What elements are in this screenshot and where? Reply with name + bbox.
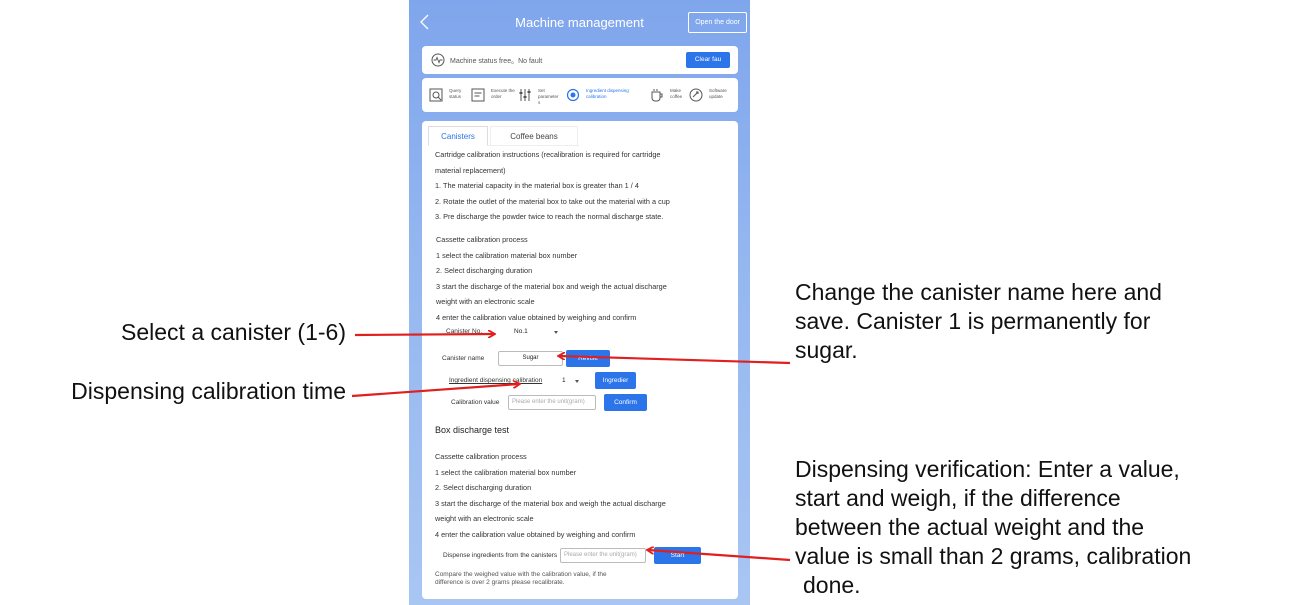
tab-coffee-beans[interactable]: Coffee beans [490,126,578,146]
dispense-time-row: Ingredient dispensing calibration 1 Ingr… [422,372,738,390]
function-bar: Query status Execute the order Set param… [422,78,738,112]
calibration-process: Cassette calibration process 1 select th… [436,232,667,326]
note-line: difference is over 2 grams please recali… [435,579,565,586]
annotation-line: sugar. [795,337,858,363]
calibration-instructions: Cartridge calibration instructions (reca… [435,147,670,225]
dispense-time-select[interactable]: 1 [562,374,584,388]
annotation-line: between the actual weight and the [795,514,1145,540]
tab-canisters[interactable]: Canisters [428,126,488,146]
clear-fault-button[interactable]: Clear fau [686,52,730,68]
function-label: Software update [709,88,727,99]
note-line: Compare the weighed value with the calib… [435,571,607,578]
canister-number-row: Canister No. No.1 [422,323,738,341]
annotation-line: Dispensing verification: Enter a value, [795,456,1180,482]
canister-number-select[interactable]: No.1 [514,325,564,339]
dispense-test-row: Dispense ingredients from the canisters … [422,547,738,565]
query-status-icon [429,88,443,102]
top-bar: Machine management Open the door [409,0,750,44]
canister-number-value: No.1 [514,328,528,335]
calibration-panel: Canisters Coffee beans Cartridge calibra… [422,121,738,599]
function-software-update[interactable]: Software update [688,84,734,106]
function-make-coffee[interactable]: Make coffee [649,84,689,106]
confirm-button[interactable]: Confirm [604,394,647,411]
start-button[interactable]: Start [654,547,701,564]
calibration-icon [566,88,580,102]
dispense-test-input[interactable]: Please enter the unit(gram) [560,548,646,563]
process-line: 2. Select discharging duration [435,483,532,493]
process-line: 4 enter the calibration value obtained b… [435,529,636,539]
process-line: 3 start the discharge of the material bo… [436,281,667,291]
canister-number-label: Canister No. [446,328,483,335]
annotation-line: value is small than 2 grams, calibration [795,543,1192,569]
app-screen: Machine management Open the door Machine… [409,0,750,605]
process-line: 1 select the calibration material box nu… [435,467,577,477]
revise-button[interactable]: Revise [566,350,610,367]
instruction-line: 2. Rotate the outlet of the material box… [435,196,670,206]
process-line: 1 select the calibration material box nu… [436,250,578,260]
process-line: weight with an electronic scale [435,514,534,524]
annotation-verification: Dispensing verification: Enter a value, … [795,455,1285,600]
dispense-time-value: 1 [562,377,566,384]
annotation-line: start and weigh, if the difference [795,485,1121,511]
parameter-icon [519,89,531,101]
instruction-line: 1. The material capacity in the material… [435,181,639,191]
process-line: Cassette calibration process [436,235,528,244]
ingredient-dispense-button[interactable]: Ingredier [595,372,636,389]
function-query-status[interactable]: Query status [428,84,472,106]
annotation-dispense-time: Dispensing calibration time [71,378,346,404]
chevron-down-icon [554,331,558,334]
box-discharge-test-title: Box discharge test [435,425,510,435]
annotation-select-canister: Select a canister (1-6) [121,319,346,345]
order-icon [471,88,485,102]
dispense-test-label: Dispense ingredients from the canisters [443,552,558,559]
function-ingredient-calibration[interactable]: Ingredient dispensing calibration [565,84,645,106]
instruction-line: 3. Pre discharge the powder twice to rea… [435,212,664,222]
annotation-line: done. [803,572,861,598]
function-label: Ingredient dispensing calibration [586,88,629,99]
function-label: Set parameter s [538,88,559,105]
canister-name-label: Canister name [442,355,485,362]
machine-status-text: Machine status free。No fault [450,58,543,65]
pulse-icon [431,53,445,67]
chevron-down-icon [575,380,579,383]
annotation-canister-name: Change the canister name here and save. … [795,278,1265,365]
instruction-line: material replacement) [435,165,506,175]
instruction-line: Cartridge calibration instructions (reca… [435,150,661,159]
function-execute-order[interactable]: Execute the order [470,84,520,106]
function-set-parameters[interactable]: Set parameter s [517,84,565,106]
process-line: 2. Select discharging duration [436,266,533,276]
coffee-icon [651,89,663,102]
annotation-line: save. Canister 1 is permanently for [795,308,1151,334]
recalibration-note: Compare the weighed value with the calib… [435,571,607,587]
function-label: Execute the order [491,88,515,99]
open-door-button[interactable]: Open the door [688,12,747,33]
calibration-value-input[interactable]: Please enter the unit(gram) [508,395,596,410]
dispense-time-label: Ingredient dispensing calibration [449,377,543,384]
function-label: Make coffee [670,88,683,99]
process-line: Cassette calibration process [435,452,527,461]
update-icon [689,88,703,102]
canister-name-row: Canister name Sugar Revise [422,350,738,368]
process-line: weight with an electronic scale [436,297,535,307]
machine-status-card: Machine status free。No fault Clear fau [422,46,738,74]
process-line: 3 start the discharge of the material bo… [435,498,666,508]
canister-name-input[interactable]: Sugar [498,351,563,366]
function-label: Query status [449,88,462,99]
test-process: Cassette calibration process 1 select th… [435,449,666,543]
calibration-value-row: Calibration value Please enter the unit(… [422,394,738,412]
tab-bar: Canisters Coffee beans [428,126,579,146]
calibration-value-label: Calibration value [451,399,500,406]
annotation-line: Change the canister name here and [795,279,1162,305]
